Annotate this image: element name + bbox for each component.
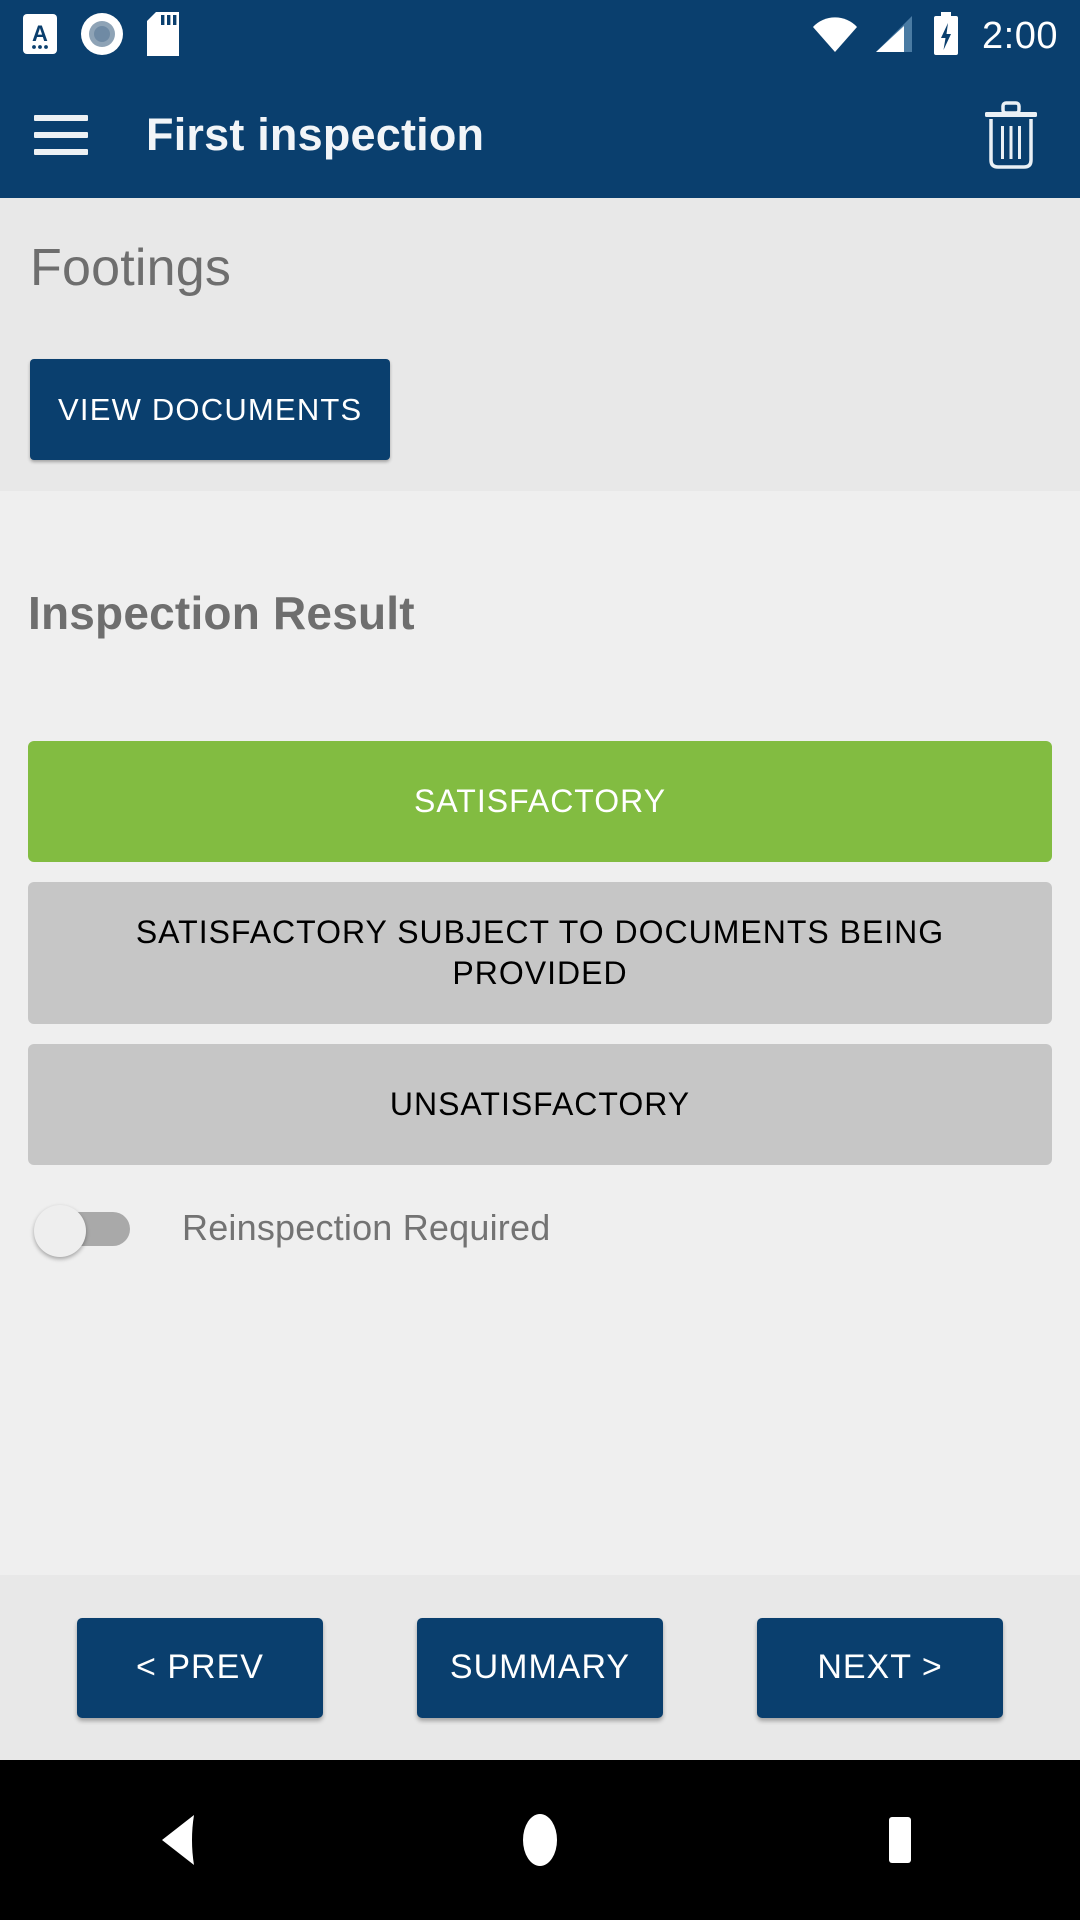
prev-button[interactable]: < PREV (77, 1617, 323, 1718)
inspection-result-options: SATISFACTORY SATISFACTORY SUBJECT TO DOC… (28, 741, 1052, 1165)
page-title: First inspection (146, 109, 485, 160)
status-bar-clock: 2:00 (982, 14, 1058, 57)
inspection-result-section: Inspection Result SATISFACTORY SATISFACT… (0, 491, 1080, 1575)
app-bar: First inspection (0, 72, 1080, 198)
footer-navigation: < PREV SUMMARY NEXT > (0, 1575, 1080, 1760)
cellular-signal-icon (874, 14, 916, 59)
wifi-icon (812, 14, 858, 59)
toggle-thumb (34, 1205, 86, 1257)
summary-button[interactable]: SUMMARY (417, 1617, 663, 1718)
footings-section: Footings VIEW DOCUMENTS (0, 198, 1080, 491)
reinspection-required-row: Reinspection Required (28, 1205, 1052, 1257)
status-bar-right-icons: 2:00 (812, 11, 1058, 61)
home-circle-icon[interactable] (480, 1780, 600, 1900)
option-unsatisfactory[interactable]: UNSATISFACTORY (28, 1044, 1052, 1165)
hamburger-menu-icon[interactable] (34, 115, 88, 155)
reinspection-required-label: Reinspection Required (182, 1207, 551, 1248)
svg-text:A: A (32, 21, 48, 46)
inspection-result-heading: Inspection Result (28, 587, 415, 639)
screen-record-icon (80, 12, 124, 61)
phone-screen: A 2:00 First inspection Footings VIEW DO… (0, 0, 1080, 1920)
recents-square-icon[interactable] (840, 1780, 960, 1900)
status-bar: A 2:00 (0, 0, 1080, 72)
android-navigation-bar (0, 1760, 1080, 1920)
keyboard-a-icon: A (22, 13, 58, 60)
next-button[interactable]: NEXT > (757, 1617, 1003, 1718)
sd-card-icon (146, 11, 180, 62)
back-triangle-icon[interactable] (120, 1780, 240, 1900)
footings-heading: Footings (30, 239, 232, 297)
trash-delete-icon[interactable] (976, 95, 1046, 175)
option-satisfactory-subject-to-documents[interactable]: SATISFACTORY SUBJECT TO DOCUMENTS BEING … (28, 882, 1052, 1024)
battery-charging-icon (932, 11, 960, 61)
view-documents-button[interactable]: VIEW DOCUMENTS (30, 359, 391, 461)
reinspection-required-toggle[interactable] (34, 1205, 130, 1257)
status-bar-left-icons: A (22, 11, 180, 62)
option-satisfactory[interactable]: SATISFACTORY (28, 741, 1052, 862)
